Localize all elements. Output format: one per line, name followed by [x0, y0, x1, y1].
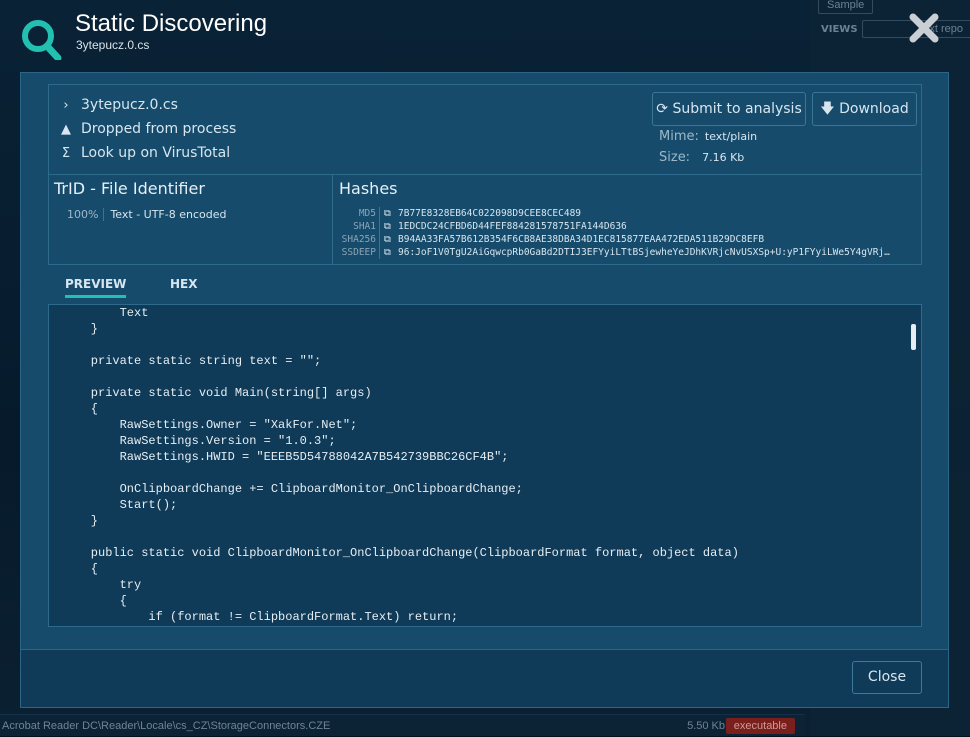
copy-icon[interactable]: ⧉: [384, 246, 398, 259]
bg-file-size: 5.50 Kb: [687, 720, 725, 732]
hash-value: 96:JoF1V0TgU2AiGqwcpRb0GaBd2DTIJ3EFYyiLT…: [398, 247, 890, 258]
page-subtitle: 3ytepucz.0.cs: [76, 38, 150, 52]
warning-icon: ▲: [61, 121, 71, 137]
refresh-icon: ⟳: [656, 101, 668, 117]
trid-section: TrID - File Identifier 100% Text - UTF-8…: [49, 175, 333, 264]
close-icon[interactable]: [908, 12, 940, 44]
filename-label: 3ytepucz.0.cs: [81, 97, 178, 113]
dialog-footer: Close: [21, 649, 948, 707]
hash-label: SSDEEP: [334, 246, 380, 259]
hash-row-ssdeep: SSDEEP ⧉ 96:JoF1V0TgU2AiGqwcpRb0GaBd2DTIJ3…: [334, 246, 890, 259]
hash-row-sha256: SHA256 ⧉ B94AA33FA57B612B354F6CB8AE38DBA34…: [334, 233, 764, 246]
tab-preview[interactable]: PREVIEW: [65, 277, 127, 298]
code-preview: Text } private static string text = ""; …: [90, 306, 739, 624]
chevron-right-icon: ›: [63, 97, 69, 113]
size-value: 7.16 Kb: [702, 151, 745, 164]
size-info: Size: 7.16 Kb: [659, 150, 744, 165]
close-button[interactable]: Close: [852, 661, 922, 694]
trid-desc: Text - UTF-8 encoded: [110, 208, 227, 221]
file-preview[interactable]: Text } private static string text = ""; …: [48, 304, 922, 627]
mime-info: Mime: text/plain: [659, 129, 757, 144]
hash-row-sha1: SHA1 ⧉ 1EDCDC24CFBD6D44FEF884281578751FA14…: [334, 220, 627, 233]
page-title: Static Discovering: [75, 10, 268, 37]
hash-value: B94AA33FA57B612B354F6CB8AE38DBA34D1EC815…: [398, 234, 765, 245]
trid-percent: 100%: [67, 208, 105, 221]
hash-label: SHA1: [334, 220, 380, 233]
download-icon: 🡇: [820, 101, 835, 117]
search-icon: [22, 20, 62, 60]
submit-to-analysis-button[interactable]: ⟳ Submit to analysis: [652, 92, 806, 126]
bg-file-row: Acrobat Reader DC\Reader\Locale\cs_CZ\St…: [0, 714, 805, 736]
file-summary: › 3ytepucz.0.cs ▲ Dropped from process Σ…: [49, 85, 921, 175]
submit-label: Submit to analysis: [672, 101, 802, 117]
file-info-panel: › 3ytepucz.0.cs ▲ Dropped from process Σ…: [48, 84, 922, 265]
copy-icon[interactable]: ⧉: [384, 233, 398, 246]
mime-label: Mime:: [659, 129, 699, 144]
dropped-from-process-link[interactable]: ▲ Dropped from process: [59, 121, 236, 137]
hash-label: SHA256: [334, 233, 380, 246]
download-label: Download: [839, 101, 909, 117]
hash-row-md5: MD5 ⧉ 7B77E8328EB64C022098D9CEE8CEC489: [334, 207, 581, 220]
hashes-title: Hashes: [339, 179, 398, 198]
bg-sample-button: Sample: [818, 0, 874, 14]
virustotal-link[interactable]: Σ Look up on VirusTotal: [59, 145, 230, 161]
bg-file-path: Acrobat Reader DC\Reader\Locale\cs_CZ\St…: [2, 720, 331, 732]
preview-scrollbar[interactable]: [911, 324, 916, 350]
hashes-section: Hashes MD5 ⧉ 7B77E8328EB64C022098D9CEE8CEC…: [334, 175, 921, 264]
copy-icon[interactable]: ⧉: [384, 220, 398, 233]
dropped-label: Dropped from process: [81, 121, 237, 137]
static-discovering-dialog: › 3ytepucz.0.cs ▲ Dropped from process Σ…: [20, 72, 949, 708]
download-button[interactable]: 🡇 Download: [812, 92, 917, 126]
sigma-icon: Σ: [61, 145, 71, 161]
filename-link[interactable]: › 3ytepucz.0.cs: [59, 97, 178, 113]
trid-entry: 100% Text - UTF-8 encoded: [67, 208, 226, 221]
tab-hex[interactable]: HEX: [170, 277, 198, 295]
hash-label: MD5: [334, 207, 380, 220]
hash-value: 1EDCDC24CFBD6D44FEF884281578751FA144D636: [398, 221, 627, 232]
virustotal-label: Look up on VirusTotal: [81, 145, 231, 161]
copy-icon[interactable]: ⧉: [384, 207, 398, 220]
hash-value: 7B77E8328EB64C022098D9CEE8CEC489: [398, 208, 582, 219]
bg-file-badge: executable: [725, 718, 795, 734]
mime-value: text/plain: [704, 130, 758, 143]
bg-views-label: VIEWS: [821, 24, 858, 35]
size-label: Size:: [659, 150, 691, 165]
trid-title: TrID - File Identifier: [54, 179, 205, 198]
